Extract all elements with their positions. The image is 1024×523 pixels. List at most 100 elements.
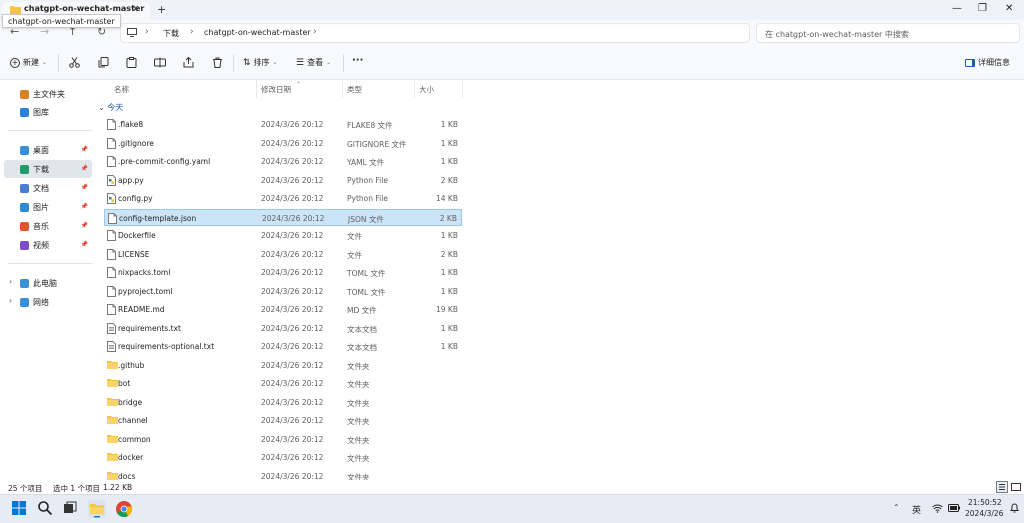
file-size: 19 KB [436, 305, 458, 314]
details-pane-icon [965, 58, 975, 67]
large-icons-view-icon[interactable] [1010, 481, 1022, 493]
file-row[interactable]: app.py 2024/3/26 20:12 Python File 2 KB [104, 172, 462, 189]
column-header-modified[interactable]: 修改日期 [261, 84, 291, 95]
sidebar-item-desktop[interactable]: 桌面 📌 [4, 141, 92, 159]
maximize-button[interactable]: ❐ [978, 3, 987, 14]
file-row[interactable]: .github 2024/3/26 20:12 文件夹 [104, 357, 462, 374]
column-divider[interactable] [342, 80, 343, 98]
task-view-icon[interactable] [62, 500, 80, 518]
file-row[interactable]: requirements-optional.txt 2024/3/26 20:12… [104, 338, 462, 355]
battery-icon[interactable] [948, 504, 960, 512]
windows-start-icon[interactable] [11, 500, 29, 518]
chevron-right-icon[interactable]: › [9, 277, 12, 286]
sidebar-item-documents[interactable]: 文档 📌 [4, 179, 92, 197]
wifi-icon[interactable] [932, 504, 943, 513]
file-row[interactable]: .gitignore 2024/3/26 20:12 GITIGNORE 文件 1 K… [104, 135, 462, 152]
sidebar-item-gallery[interactable]: 图库 [4, 103, 92, 121]
sidebar-item-this-pc[interactable]: › 此电脑 [4, 274, 92, 292]
file-row[interactable]: Dockerfile 2024/3/26 20:12 文件 1 KB [104, 227, 462, 244]
chevron-right-icon: › [313, 27, 317, 37]
cut-icon[interactable] [69, 57, 80, 68]
file-explorer-taskbar-icon[interactable] [88, 500, 106, 518]
ime-indicator[interactable]: 英 [912, 503, 921, 516]
sidebar-item-label: 桌面 [33, 145, 49, 155]
sort-button[interactable]: ⇅ 排序 ⌄ [243, 57, 278, 68]
sidebar-item-pictures[interactable]: 图片 📌 [4, 198, 92, 216]
tab-close-icon[interactable]: × [132, 4, 140, 14]
new-button[interactable]: + 新建 ⌄ [10, 57, 47, 68]
column-divider[interactable] [414, 80, 415, 98]
sidebar-item-videos[interactable]: 视频 📌 [4, 236, 92, 254]
file-row[interactable]: bot 2024/3/26 20:12 文件夹 [104, 375, 462, 392]
sidebar-item-network[interactable]: › 网络 [4, 293, 92, 311]
file-size: 1 KB [440, 138, 458, 148]
search-icon[interactable] [37, 500, 55, 518]
sidebar-divider [8, 263, 92, 264]
pin-icon[interactable]: 📌 [81, 241, 88, 248]
file-row[interactable]: bridge 2024/3/26 20:12 文件夹 [104, 394, 462, 411]
share-icon[interactable] [183, 57, 194, 68]
file-row[interactable]: config.py 2024/3/26 20:12 Python File 14 KB [104, 190, 462, 207]
file-row[interactable]: README.md 2024/3/26 20:12 MD 文件 19 KB [104, 301, 462, 318]
clock-date[interactable]: 2024/3/26 [965, 509, 1003, 518]
network-icon [20, 297, 29, 307]
sidebar-item-label: 视频 [33, 240, 49, 250]
sidebar-item-downloads[interactable]: 下载 📌 [4, 160, 92, 178]
chrome-icon[interactable] [115, 500, 133, 518]
file-row[interactable]: pyproject.toml 2024/3/26 20:12 TOML 文件 1 KB [104, 283, 462, 300]
new-label: 新建 [23, 58, 39, 67]
file-type: 文件夹 [347, 398, 370, 408]
delete-icon[interactable] [212, 57, 223, 68]
pin-icon[interactable]: 📌 [81, 203, 88, 210]
file-row[interactable]: .pre-commit-config.yaml 2024/3/26 20:12 YA… [104, 153, 462, 170]
clock-time[interactable]: 21:50:52 [968, 498, 1002, 507]
file-date: 2024/3/26 20:12 [261, 305, 324, 314]
column-header-name[interactable]: 名称 [114, 84, 129, 95]
sidebar-item-label: 此电脑 [33, 278, 57, 288]
search-input[interactable]: 在 chatgpt-on-wechat-master 中搜索 [756, 23, 1020, 43]
paste-icon[interactable] [126, 57, 137, 68]
file-row[interactable]: .flake8 2024/3/26 20:12 FLAKE8 文件 1 KB [104, 116, 462, 133]
close-button[interactable]: ✕ [1005, 3, 1013, 14]
breadcrumb-current[interactable]: chatgpt-on-wechat-master [204, 28, 311, 37]
chevron-right-icon[interactable]: › [9, 296, 12, 305]
pin-icon[interactable]: 📌 [81, 184, 88, 191]
pin-icon[interactable]: 📌 [81, 222, 88, 229]
file-date: 2024/3/26 20:12 [261, 175, 324, 185]
minimize-button[interactable]: — [952, 3, 962, 14]
pin-icon[interactable]: 📌 [81, 146, 88, 153]
column-header-type[interactable]: 类型 [347, 84, 362, 95]
breadcrumb-downloads[interactable]: 下载 [163, 28, 179, 39]
group-header-today[interactable]: ⌄ 今天 [98, 102, 123, 113]
file-icon [108, 212, 117, 224]
new-tab-button[interactable]: + [157, 3, 166, 16]
file-type: YAML 文件 [347, 158, 385, 167]
details-view-icon[interactable] [996, 481, 1008, 493]
chevron-right-icon: › [145, 27, 149, 37]
copy-icon[interactable] [98, 57, 109, 68]
column-divider[interactable] [462, 80, 463, 98]
column-header-size[interactable]: 大小 [419, 84, 434, 95]
plus-circle-icon: + [10, 57, 20, 68]
details-pane-button[interactable]: 详细信息 [965, 57, 1010, 68]
sidebar-item-home[interactable]: 主文件夹 [4, 85, 92, 103]
file-size: 2 KB [440, 249, 458, 259]
sidebar-item-music[interactable]: 音乐 📌 [4, 217, 92, 235]
file-row[interactable]: docker 2024/3/26 20:12 文件夹 [104, 449, 462, 466]
file-row[interactable]: requirements.txt 2024/3/26 20:12 文本文档 1 KB [104, 320, 462, 337]
file-type: JSON 文件 [348, 214, 384, 224]
view-button[interactable]: ☰ 查看 ⌄ [296, 57, 331, 68]
more-options-button[interactable]: ··· [352, 55, 363, 66]
rename-icon[interactable] [154, 57, 166, 68]
file-row[interactable]: config-template.json 2024/3/26 20:12 JSON … [104, 208, 462, 226]
column-divider[interactable] [256, 80, 257, 98]
file-row[interactable]: common 2024/3/26 20:12 文件夹 [104, 431, 462, 448]
pin-icon[interactable]: 📌 [81, 165, 88, 172]
file-row[interactable]: nixpacks.toml 2024/3/26 20:12 TOML 文件 1 KB [104, 264, 462, 281]
file-date: 2024/3/26 20:12 [261, 379, 324, 388]
chevron-up-icon[interactable]: ⌃ [893, 503, 900, 512]
file-row[interactable]: LICENSE 2024/3/26 20:12 文件 2 KB [104, 246, 462, 263]
file-row[interactable]: channel 2024/3/26 20:12 文件夹 [104, 412, 462, 429]
notification-bell-icon[interactable] [1010, 503, 1019, 513]
file-type: TOML 文件 [347, 287, 386, 297]
